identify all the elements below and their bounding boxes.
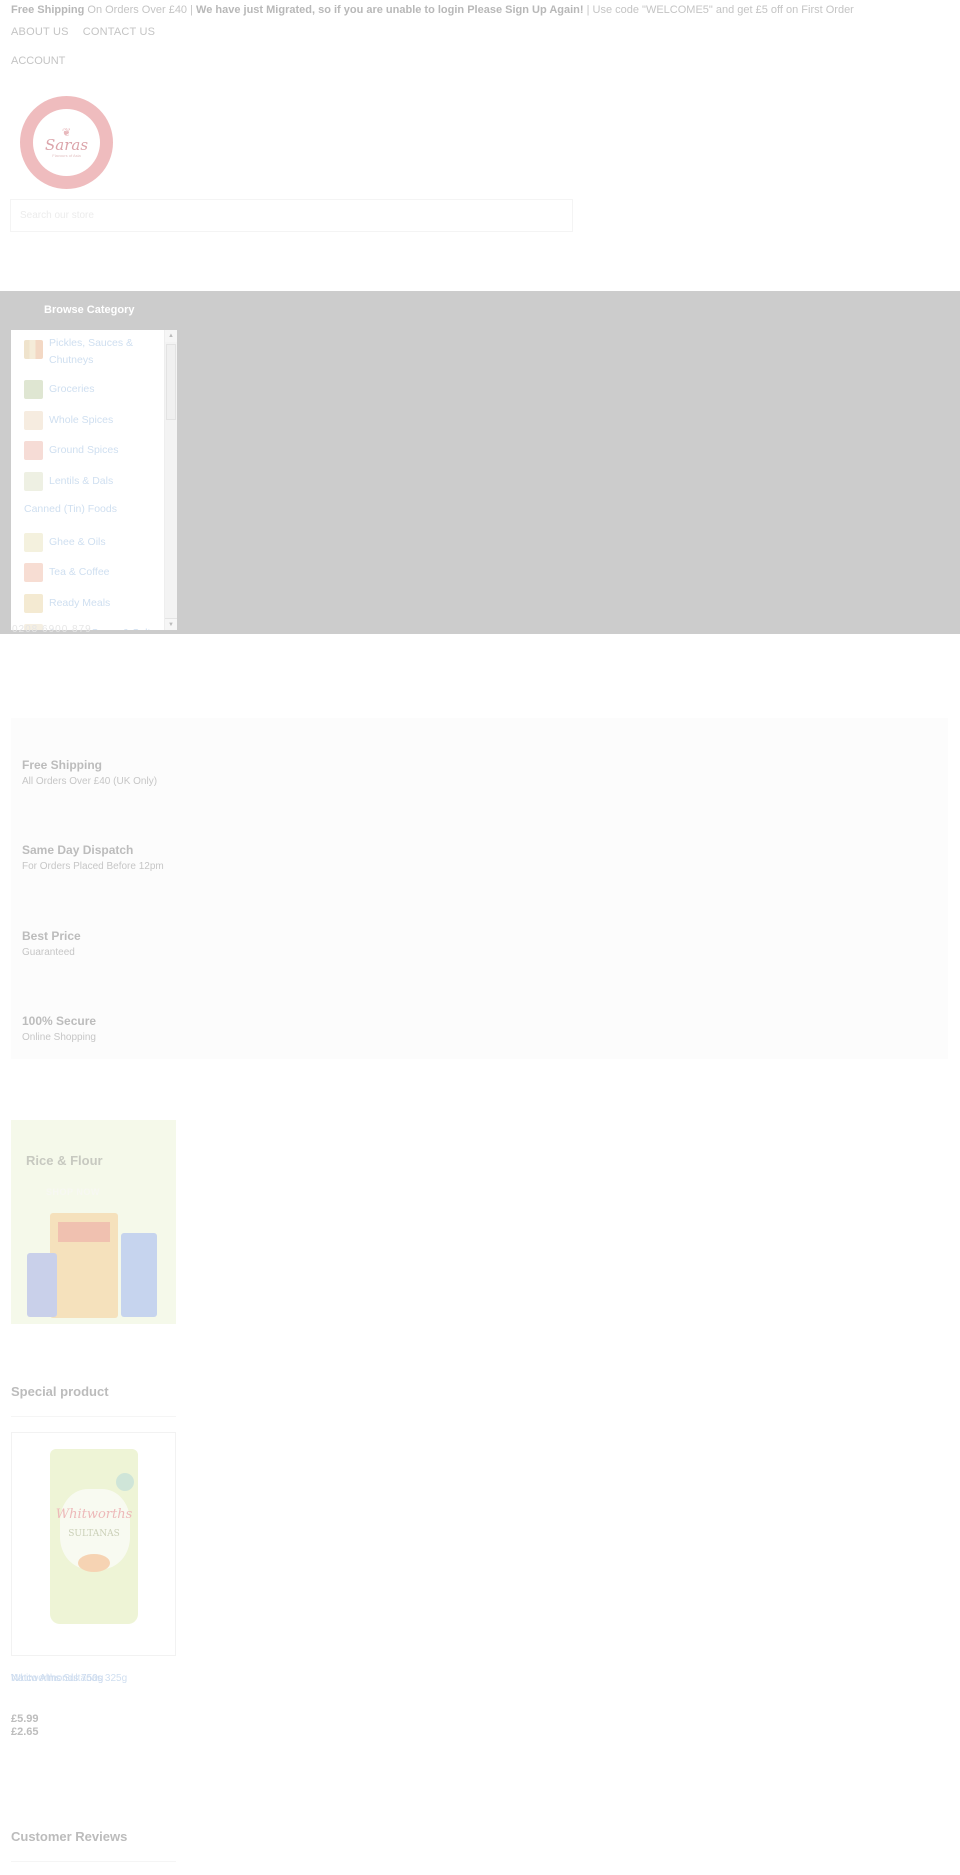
- category-item-tea-coffee[interactable]: Tea & Coffee: [11, 558, 163, 589]
- ghee-icon: [24, 532, 43, 552]
- price-regular: £5.99: [11, 1713, 39, 1725]
- category-label: Tea & Coffee: [49, 566, 110, 578]
- category-list: Pickles, Sauces & Chutneys Groceries Who…: [11, 330, 163, 630]
- account-link[interactable]: ACCOUNT: [11, 55, 65, 67]
- shop-now-link[interactable]: SHOP NOW: [46, 1187, 100, 1197]
- product-prices: £5.99 £2.65: [11, 1713, 39, 1739]
- ground-spices-icon: [24, 441, 43, 460]
- category-item-canned-foods[interactable]: Canned (Tin) Foods: [11, 497, 163, 528]
- tea-icon: [24, 563, 43, 582]
- category-item-ground-spices[interactable]: Ground Spices: [11, 436, 163, 467]
- feature-best-price: Best Price Guaranteed: [22, 929, 81, 960]
- feature-same-day-dispatch: Same Day Dispatch For Orders Placed Befo…: [22, 843, 164, 874]
- promo-text: | Use code "WELCOME5" and get £5 off on …: [583, 4, 854, 16]
- badge-icon: [116, 1473, 134, 1491]
- top-nav: ABOUT US CONTACT US: [11, 26, 166, 38]
- free-shipping-text: On Orders Over £40 |: [84, 4, 197, 16]
- category-item-ghee-oils[interactable]: Ghee & Oils: [11, 528, 163, 559]
- category-item-ready-meals[interactable]: Ready Meals: [11, 589, 163, 620]
- lentils-icon: [24, 471, 43, 491]
- category-list-box: Pickles, Sauces & Chutneys Groceries Who…: [11, 330, 177, 630]
- rice-flour-banner[interactable]: Rice & Flour SHOP NOW: [11, 1120, 176, 1324]
- category-label: Ground Spices: [49, 444, 119, 456]
- category-item-whole-spices[interactable]: Whole Spices: [11, 406, 163, 437]
- browse-category-band: Browse Category Pickles, Sauces & Chutne…: [0, 291, 960, 635]
- feature-title: 100% Secure: [22, 1014, 97, 1028]
- product-title-overlap-link[interactable]: Natco Almonds 750g: [11, 1672, 103, 1685]
- scroll-up-arrow-icon[interactable]: ▲: [165, 330, 177, 342]
- category-label: Ready Meals: [49, 596, 111, 609]
- sultanas-graphic: [78, 1554, 110, 1572]
- category-item-pickles[interactable]: Pickles, Sauces & Chutneys: [11, 330, 163, 375]
- logo-tagline: Flavours of Asia: [52, 152, 81, 158]
- category-label: Pickles, Sauces & Chutneys: [49, 337, 134, 366]
- logo-name: Saras: [44, 135, 89, 154]
- feature-title: Same Day Dispatch: [22, 843, 134, 857]
- category-label: Whole Spices: [49, 413, 114, 426]
- feature-subtitle: For Orders Placed Before 12pm: [22, 861, 164, 872]
- category-label: Canned (Tin) Foods: [24, 503, 117, 515]
- whole-spices-icon: [24, 410, 43, 430]
- category-item-lentils[interactable]: Lentils & Dals: [11, 467, 163, 498]
- special-product-divider: [11, 1416, 176, 1417]
- product-image-type: SULTANAS: [68, 1529, 120, 1539]
- search-input[interactable]: [10, 199, 573, 232]
- feature-title: Best Price: [22, 929, 81, 943]
- scroll-down-arrow-icon[interactable]: ▼: [165, 618, 177, 630]
- ready-meals-icon: [24, 593, 43, 613]
- customer-reviews-divider: [11, 1861, 176, 1862]
- migration-notice: We have just Migrated, so if you are una…: [196, 4, 584, 16]
- rice-pack-image: [27, 1253, 57, 1317]
- nav-about-us[interactable]: ABOUT US: [11, 26, 69, 38]
- features-panel: Free Shipping All Orders Over £40 (UK On…: [11, 718, 948, 1059]
- category-label: Lentils & Dals: [49, 474, 114, 487]
- logo-inner: ❦ Saras Flavours of Asia: [33, 109, 100, 176]
- product-title-stack: Whitworths Sultanas 325g Natco Almonds 7…: [11, 1672, 171, 1685]
- special-product-heading: Special product: [11, 1384, 109, 1399]
- category-label: Groceries: [49, 383, 95, 395]
- product-image-brand: Whitworths: [55, 1507, 133, 1522]
- announcement-bar: Free Shipping On Orders Over £40 | We ha…: [11, 3, 854, 17]
- free-shipping-label: Free Shipping: [11, 4, 85, 16]
- banner-title: Rice & Flour: [26, 1153, 103, 1168]
- nav-contact-us[interactable]: CONTACT US: [83, 26, 156, 38]
- feature-free-shipping: Free Shipping All Orders Over £40 (UK On…: [22, 758, 157, 789]
- category-scrollbar[interactable]: ▲ ▼: [164, 330, 177, 630]
- category-label: Ghee & Oils: [49, 535, 106, 548]
- browse-category-title: Browse Category: [44, 304, 135, 316]
- groceries-icon: [24, 380, 43, 399]
- category-item-groceries[interactable]: Groceries: [11, 375, 163, 406]
- product-image: Whitworths SULTANAS: [50, 1449, 138, 1624]
- pickles-icon: [24, 340, 43, 359]
- phone-number-ghost: 0208 6900 879: [12, 624, 92, 635]
- feature-title: Free Shipping: [22, 758, 103, 772]
- store-logo[interactable]: ❦ Saras Flavours of Asia: [20, 96, 113, 189]
- price-sale: £2.65: [11, 1726, 39, 1738]
- basmati-pack-image: [121, 1233, 157, 1317]
- feature-subtitle: Online Shopping: [22, 1032, 96, 1043]
- feature-subtitle: Guaranteed: [22, 947, 75, 958]
- scrollbar-thumb[interactable]: [166, 344, 176, 420]
- flour-pack-image: [50, 1213, 118, 1318]
- product-card[interactable]: Whitworths SULTANAS: [11, 1432, 176, 1656]
- customer-reviews-heading: Customer Reviews: [11, 1829, 128, 1844]
- feature-subtitle: All Orders Over £40 (UK Only): [22, 776, 158, 787]
- feature-secure: 100% Secure Online Shopping: [22, 1014, 96, 1045]
